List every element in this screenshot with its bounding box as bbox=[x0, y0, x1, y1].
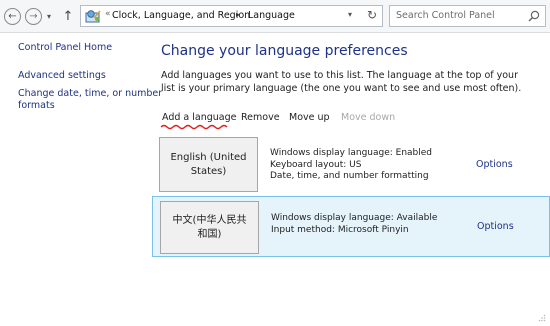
breadcrumb-language[interactable]: Language bbox=[248, 10, 295, 21]
address-toolbar: ← → ▾ ↑ « Clock, Language, and Region ▸ … bbox=[0, 0, 550, 33]
language-name-line2: States) bbox=[190, 165, 227, 177]
breadcrumb-separator[interactable]: ▸ bbox=[236, 10, 240, 19]
language-tile-english[interactable]: English (United States) bbox=[159, 137, 258, 192]
remove-button[interactable]: Remove bbox=[241, 112, 280, 123]
language-row-english[interactable]: English (United States) Windows display … bbox=[152, 135, 550, 195]
breadcrumb-overflow[interactable]: « bbox=[105, 9, 111, 19]
language-detail-keyboard: Keyboard layout: US bbox=[270, 159, 362, 170]
language-detail-formatting: Date, time, and number formatting bbox=[270, 171, 429, 181]
options-link-chinese[interactable]: Options bbox=[477, 221, 514, 232]
language-detail-display: Windows display language: Available bbox=[271, 213, 438, 223]
sidebar-item-change-date-time-formats-line2[interactable]: formats bbox=[18, 100, 55, 112]
search-icon[interactable] bbox=[528, 10, 540, 22]
page-description: Add languages you want to use to this li… bbox=[161, 70, 522, 94]
back-button[interactable]: ← bbox=[4, 8, 21, 25]
arrow-right-icon: → bbox=[29, 10, 38, 22]
language-name-line1: 中文(中华人民共 bbox=[172, 214, 247, 226]
move-up-button[interactable]: Move up bbox=[289, 112, 330, 123]
arrow-left-icon: ← bbox=[8, 10, 17, 22]
up-button[interactable]: ↑ bbox=[62, 8, 74, 25]
arrow-up-icon: ↑ bbox=[62, 9, 74, 24]
resize-grip-icon[interactable] bbox=[538, 314, 546, 322]
page-title: Change your language preferences bbox=[161, 43, 408, 59]
language-detail-display: Windows display language: Enabled bbox=[270, 148, 433, 158]
language-tile-chinese[interactable]: 中文(中华人民共 和国) bbox=[160, 201, 259, 254]
chevron-down-icon: ▾ bbox=[46, 12, 51, 21]
search-field[interactable]: Search Control Panel bbox=[389, 5, 546, 27]
add-language-button[interactable]: Add a language bbox=[162, 112, 236, 123]
address-dropdown-icon[interactable]: ▾ bbox=[348, 10, 352, 19]
sidebar-item-change-date-time-formats[interactable]: Change date, time, or number bbox=[18, 88, 162, 100]
address-field[interactable]: « Clock, Language, and Region ▸ Language… bbox=[80, 5, 383, 27]
language-name-line2: 和国) bbox=[197, 228, 222, 240]
refresh-icon[interactable]: ↻ bbox=[367, 8, 377, 22]
language-row-chinese[interactable]: 中文(中华人民共 和国) Windows display language: A… bbox=[152, 196, 550, 257]
red-underline-annotation bbox=[160, 124, 228, 130]
move-down-button[interactable]: Move down bbox=[341, 112, 395, 123]
recent-locations-button[interactable]: ▾ bbox=[44, 8, 54, 25]
language-details: Windows display language: Enabled Keyboa… bbox=[270, 148, 432, 183]
search-placeholder: Search Control Panel bbox=[396, 10, 495, 21]
forward-button[interactable]: → bbox=[25, 8, 42, 25]
breadcrumb-clock-language-region[interactable]: Clock, Language, and Region bbox=[112, 10, 250, 21]
options-link-english[interactable]: Options bbox=[476, 159, 513, 170]
language-name-line1: English (United bbox=[170, 151, 247, 163]
control-panel-icon bbox=[85, 10, 101, 23]
language-detail-input-method: Input method: Microsoft Pinyin bbox=[271, 224, 409, 235]
sidebar-item-advanced-settings[interactable]: Advanced settings bbox=[18, 70, 106, 82]
language-details: Windows display language: Available Inpu… bbox=[271, 213, 437, 236]
sidebar-item-control-panel-home[interactable]: Control Panel Home bbox=[18, 42, 112, 54]
